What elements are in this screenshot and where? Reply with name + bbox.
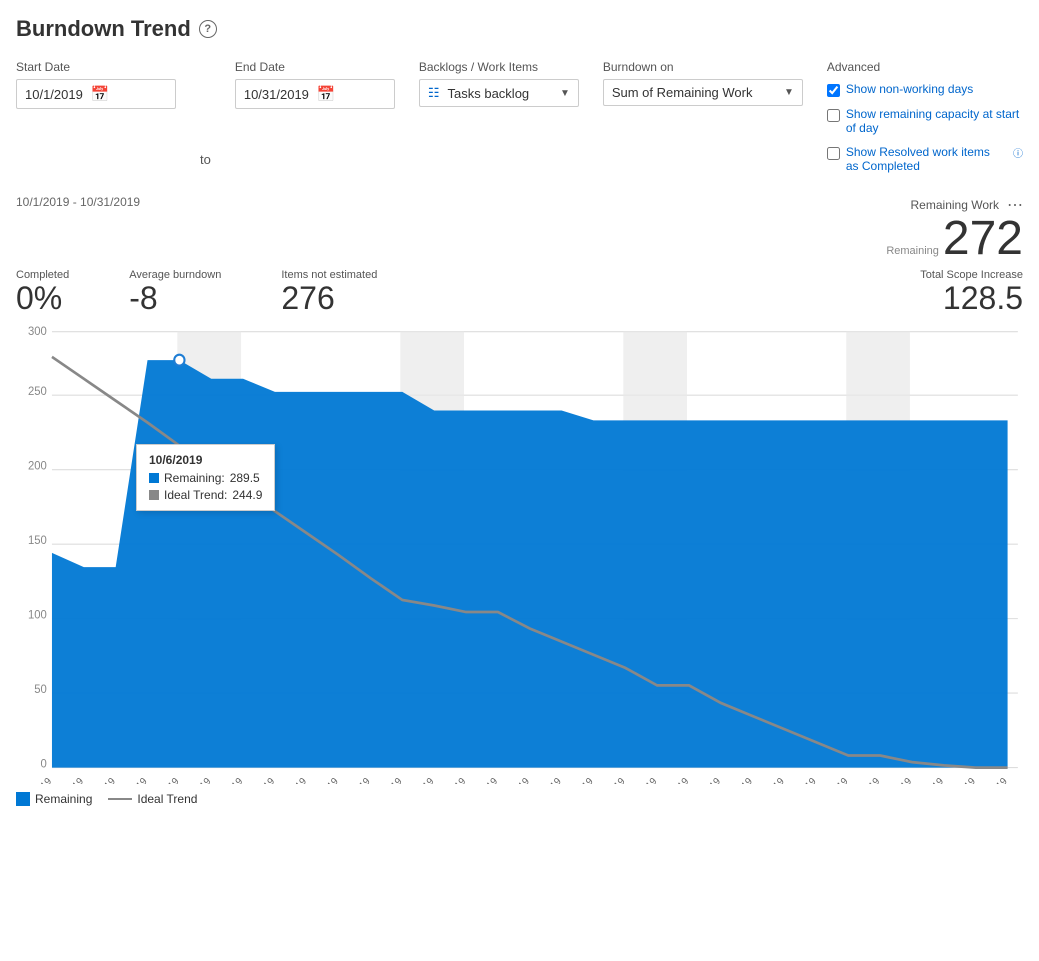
burndown-dropdown[interactable]: Sum of Remaining Work ▼ — [603, 79, 803, 106]
svg-text:100: 100 — [28, 608, 47, 621]
completed-value: 0% — [16, 281, 62, 316]
checkbox-label-show-resolved: Show Resolved work items as Completed — [846, 145, 1005, 173]
svg-text:10/2/2019: 10/2/2019 — [48, 776, 86, 784]
burndown-arrow: ▼ — [784, 87, 794, 98]
svg-text:200: 200 — [28, 460, 47, 473]
items-not-estimated-value: 276 — [281, 281, 334, 316]
svg-text:10/3/2019: 10/3/2019 — [80, 776, 118, 784]
svg-text:150: 150 — [28, 534, 47, 547]
completed-stat: Completed 0% — [16, 269, 69, 316]
backlogs-value: Tasks backlog — [448, 86, 530, 101]
svg-text:300: 300 — [28, 325, 47, 338]
total-scope-value: 128.5 — [943, 281, 1023, 316]
chart-container: 0 50 100 150 200 250 300 — [16, 324, 1023, 784]
start-date-input[interactable]: 10/1/2019 📅 — [16, 79, 176, 109]
checkbox-input-remaining-capacity[interactable] — [827, 109, 840, 122]
backlogs-group: Backlogs / Work Items ☷ Tasks backlog ▼ — [419, 60, 579, 107]
backlogs-label: Backlogs / Work Items — [419, 60, 579, 74]
info-icon[interactable]: ⓘ — [1013, 145, 1023, 160]
legend-remaining-color — [16, 792, 30, 806]
end-date-value: 10/31/2019 — [244, 87, 309, 102]
remaining-work-display: Remaining Work ⋯ Remaining 272 — [886, 195, 1023, 263]
items-not-estimated-stat: Items not estimated 276 — [281, 269, 377, 316]
svg-text:250: 250 — [28, 385, 47, 398]
burndown-on-label: Burndown on — [603, 60, 803, 74]
legend-ideal-color — [108, 798, 132, 800]
calendar-icon-start: 📅 — [91, 85, 110, 103]
total-scope-stat: Total Scope Increase 128.5 — [920, 269, 1023, 316]
legend-ideal-label: Ideal Trend — [137, 792, 197, 806]
end-date-label: End Date — [235, 60, 395, 74]
svg-text:0: 0 — [41, 757, 48, 770]
burndown-group: Burndown on Sum of Remaining Work ▼ — [603, 60, 803, 106]
legend-remaining-label: Remaining — [35, 792, 92, 806]
svg-text:10/6/2019: 10/6/2019 — [175, 776, 213, 784]
svg-text:10/9/2019: 10/9/2019 — [271, 776, 309, 784]
avg-burndown-value: -8 — [129, 281, 157, 316]
page-title: Burndown Trend — [16, 16, 191, 42]
svg-text:10/4/2019: 10/4/2019 — [111, 776, 149, 784]
svg-text:10/8/2019: 10/8/2019 — [239, 776, 277, 784]
grid-icon: ☷ — [428, 85, 440, 101]
svg-text:10/1/2019: 10/1/2019 — [16, 776, 54, 784]
advanced-group: Advanced Show non-working days Show rema… — [827, 60, 1023, 175]
date-range-text: 10/1/2019 - 10/31/2019 — [16, 195, 140, 209]
to-label: to — [200, 152, 211, 175]
backlogs-dropdown[interactable]: ☷ Tasks backlog ▼ — [419, 79, 579, 107]
date-range-bar: 10/1/2019 - 10/31/2019 Remaining Work ⋯ … — [16, 195, 1023, 263]
svg-text:50: 50 — [34, 683, 47, 696]
avg-burndown-stat: Average burndown -8 — [129, 269, 221, 316]
end-date-group: End Date 10/31/2019 📅 — [235, 60, 395, 109]
checkbox-show-resolved[interactable]: Show Resolved work items as Completed ⓘ — [827, 143, 1023, 175]
legend-ideal: Ideal Trend — [108, 792, 197, 806]
controls-row: Start Date 10/1/2019 📅 to End Date 10/31… — [16, 60, 1023, 175]
end-date-input[interactable]: 10/31/2019 📅 — [235, 79, 395, 109]
backlogs-arrow: ▼ — [560, 88, 570, 99]
legend-remaining: Remaining — [16, 792, 92, 806]
advanced-label: Advanced — [827, 60, 1023, 74]
checkbox-input-non-working[interactable] — [827, 84, 840, 97]
calendar-icon-end: 📅 — [317, 85, 336, 103]
page-header: Burndown Trend ? — [16, 16, 1023, 42]
remaining-sub-label: Remaining — [886, 245, 939, 257]
burndown-chart: 0 50 100 150 200 250 300 — [16, 324, 1023, 784]
checkbox-remaining-capacity[interactable]: Show remaining capacity at start of day — [827, 105, 1023, 137]
stats-row: Completed 0% Average burndown -8 Items n… — [16, 269, 1023, 316]
chart-legend: Remaining Ideal Trend — [16, 792, 1023, 806]
start-date-value: 10/1/2019 — [25, 87, 83, 102]
remaining-work-value: 272 — [943, 215, 1023, 263]
svg-text:10/5/2019: 10/5/2019 — [143, 776, 181, 784]
remaining-work-label: Remaining Work — [911, 198, 999, 212]
checkbox-label-remaining-capacity: Show remaining capacity at start of day — [846, 107, 1023, 135]
start-date-label: Start Date — [16, 60, 176, 74]
checkbox-show-non-working[interactable]: Show non-working days — [827, 80, 1023, 99]
svg-text:10/7/2019: 10/7/2019 — [207, 776, 245, 784]
help-icon[interactable]: ? — [199, 20, 217, 38]
checkbox-input-show-resolved[interactable] — [827, 147, 840, 160]
checkbox-label-non-working: Show non-working days — [846, 82, 973, 96]
burndown-value: Sum of Remaining Work — [612, 85, 753, 100]
start-date-group: Start Date 10/1/2019 📅 — [16, 60, 176, 109]
